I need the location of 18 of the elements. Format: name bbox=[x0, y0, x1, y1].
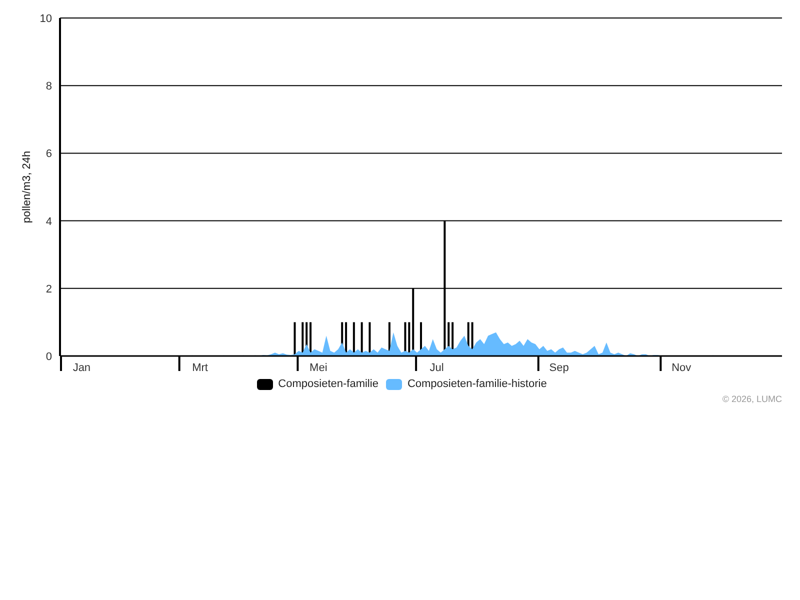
copyright-text: © 2026, LUMC bbox=[722, 392, 782, 406]
x-tick-label: Nov bbox=[672, 362, 692, 374]
legend-label: Composieten-familie-historie bbox=[407, 377, 547, 392]
x-tick-label: Jan bbox=[72, 362, 91, 374]
y-tick-label: 4 bbox=[46, 216, 52, 228]
y-tick-label: 6 bbox=[46, 148, 52, 160]
y-axis-title: pollen/m3, 24h bbox=[21, 150, 33, 224]
legend-label: Composieten-familie bbox=[278, 377, 378, 392]
x-tick-label: Sep bbox=[549, 362, 569, 374]
x-tick-label: Mei bbox=[310, 362, 328, 374]
y-tick-label: 2 bbox=[46, 283, 52, 296]
legend-swatch bbox=[386, 378, 402, 390]
x-tick-label: Jul bbox=[430, 362, 444, 374]
x-tick-label: Mrt bbox=[192, 362, 208, 374]
y-tick-label: 10 bbox=[40, 13, 52, 25]
y-tick-label: 8 bbox=[46, 80, 52, 93]
legend-swatch bbox=[257, 378, 274, 390]
y-tick-label: 0 bbox=[46, 351, 52, 363]
